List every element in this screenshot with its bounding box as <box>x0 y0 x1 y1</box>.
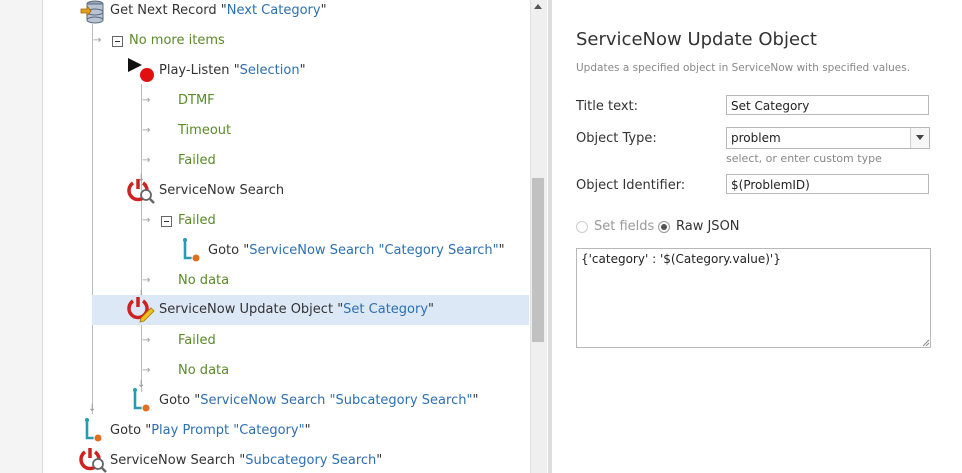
branch-arrow-icon: → <box>93 35 102 46</box>
tree-node-get-next-record[interactable]: Get Next Record "Next Category" <box>78 0 528 26</box>
tree-branch-failed[interactable]: Failed <box>178 146 216 176</box>
node-name: Play-Listen <box>159 63 230 78</box>
tree-node-goto[interactable]: Goto "Play Prompt "Category"" <box>78 416 518 446</box>
tree-branch-dtmf[interactable]: DTMF <box>178 86 215 116</box>
tree-node-servicenow-search[interactable]: ServiceNow Search <box>126 176 526 206</box>
collapse-icon[interactable] <box>161 216 172 227</box>
tree-node-servicenow-update-object[interactable]: ServiceNow Update Object "Set Category" <box>92 295 529 325</box>
node-value: Selection <box>239 63 300 78</box>
panel-description: Updates a specified object in ServiceNow… <box>576 62 911 74</box>
branch-arrow-icon: → <box>142 365 151 376</box>
node-value: ServiceNow Search "Subcategory Search" <box>200 393 473 408</box>
branch-arrow-icon: → <box>142 95 151 106</box>
servicenow-search-icon <box>127 179 155 204</box>
scroll-up-icon[interactable] <box>530 0 546 14</box>
node-name: ServiceNow Search <box>159 183 285 198</box>
title-text-input[interactable]: Set Category <box>726 95 929 115</box>
object-type-value: problem <box>731 131 781 145</box>
branch-label: Failed <box>178 213 216 228</box>
scrollbar-thumb[interactable] <box>532 178 544 342</box>
node-value: ServiceNow Search "Category Search" <box>249 243 499 258</box>
branch-label: Timeout <box>178 123 232 138</box>
flow-tree-pane: → → → → → → → → ↓ ↓ ↓ ↓ Get Next Record … <box>0 0 548 473</box>
servicenow-update-icon <box>127 297 155 323</box>
resize-grip-icon[interactable] <box>922 339 930 347</box>
node-value: Play Prompt "Category" <box>151 423 305 438</box>
servicenow-search-icon <box>79 448 107 473</box>
down-arrow-icon: ↓ <box>88 403 97 414</box>
tree-connector <box>92 24 93 414</box>
node-name: ServiceNow Search <box>110 453 236 468</box>
set-fields-label: Set fields <box>594 219 655 234</box>
tree-node-play-listen[interactable]: Play-Listen "Selection" <box>126 56 526 86</box>
node-name: ServiceNow Update Object <box>159 302 334 317</box>
branch-arrow-icon: → <box>142 155 151 166</box>
branch-arrow-icon: → <box>142 335 151 346</box>
goto-icon <box>183 238 201 263</box>
json-textarea[interactable]: {'category' : '$(Category.value)'} <box>576 248 931 348</box>
object-type-select[interactable]: problem <box>726 127 930 149</box>
branch-label: No more items <box>129 33 225 48</box>
node-name: Get Next Record <box>110 3 217 18</box>
tree-node-servicenow-search[interactable]: ServiceNow Search "Subcategory Search" <box>78 446 518 473</box>
branch-label: No data <box>178 363 230 378</box>
object-identifier-label: Object Identifier: <box>576 178 686 193</box>
tree-branch-no-data[interactable]: No data <box>178 356 229 386</box>
branch-arrow-icon: → <box>142 125 151 136</box>
node-value: Set Category <box>343 302 429 317</box>
node-value: Subcategory Search <box>245 453 377 468</box>
branch-label: Failed <box>178 333 216 348</box>
raw-json-label: Raw JSON <box>676 219 740 234</box>
tree-gutter <box>0 0 43 473</box>
database-icon <box>80 0 104 24</box>
tree-branch-failed[interactable]: Failed <box>178 326 216 356</box>
tree-node-goto[interactable]: Goto "ServiceNow Search "Category Search… <box>176 236 526 266</box>
node-name: Goto <box>159 393 191 408</box>
branch-arrow-icon: → <box>142 275 151 286</box>
play-record-icon <box>128 58 154 82</box>
properties-panel: ServiceNow Update Object Updates a speci… <box>552 0 962 473</box>
branch-arrow-icon: → <box>142 215 151 226</box>
chevron-down-icon[interactable] <box>910 128 929 148</box>
branch-label: DTMF <box>178 93 215 108</box>
tree-branch-no-more-items[interactable]: No more items <box>110 26 410 56</box>
tree-branch-timeout[interactable]: Timeout <box>178 116 231 146</box>
object-type-hint: select, or enter custom type <box>726 152 882 165</box>
node-name: Goto <box>208 243 240 258</box>
collapse-icon[interactable] <box>112 36 123 47</box>
tree-node-goto[interactable]: Goto "ServiceNow Search "Subcategory Sea… <box>126 386 526 416</box>
panel-title: ServiceNow Update Object <box>576 29 817 50</box>
object-type-label: Object Type: <box>576 131 657 146</box>
node-name: Goto <box>110 423 142 438</box>
branch-label: Failed <box>178 153 216 168</box>
object-identifier-input[interactable]: $(ProblemID) <box>726 174 929 194</box>
node-value: Next Category <box>226 3 321 18</box>
set-fields-radio[interactable] <box>576 221 588 233</box>
goto-icon <box>133 388 151 413</box>
branch-label: No data <box>178 273 230 288</box>
tree-branch-no-data[interactable]: No data <box>178 266 229 296</box>
raw-json-radio[interactable] <box>658 221 670 233</box>
tree-branch-failed[interactable]: Failed <box>160 206 360 236</box>
goto-icon <box>85 418 103 443</box>
title-text-label: Title text: <box>576 99 639 114</box>
